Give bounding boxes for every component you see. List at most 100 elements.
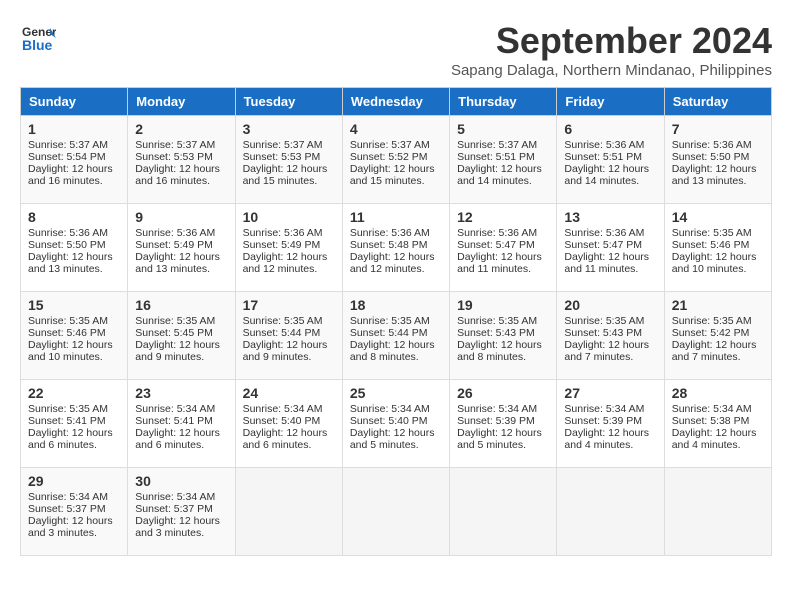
day-info: Daylight: 12 hours: [672, 339, 764, 351]
day-info: Sunrise: 5:34 AM: [564, 403, 656, 415]
calendar-table: SundayMondayTuesdayWednesdayThursdayFrid…: [20, 87, 772, 556]
day-info: Daylight: 12 hours: [135, 427, 227, 439]
day-info: and 8 minutes.: [457, 351, 549, 363]
day-info: Sunset: 5:40 PM: [350, 415, 442, 427]
title-section: September 2024 Sapang Dalaga, Northern M…: [451, 20, 772, 79]
day-info: and 6 minutes.: [28, 439, 120, 451]
day-number: 3: [243, 121, 335, 137]
calendar-cell: 3Sunrise: 5:37 AMSunset: 5:53 PMDaylight…: [235, 116, 342, 204]
weekday-header: Saturday: [664, 88, 771, 116]
day-info: Sunrise: 5:34 AM: [243, 403, 335, 415]
day-info: Daylight: 12 hours: [457, 339, 549, 351]
day-info: and 7 minutes.: [564, 351, 656, 363]
day-info: Sunset: 5:43 PM: [457, 327, 549, 339]
day-info: Sunrise: 5:37 AM: [135, 139, 227, 151]
logo-icon: General Blue: [20, 20, 56, 56]
day-info: and 16 minutes.: [28, 175, 120, 187]
day-number: 28: [672, 385, 764, 401]
calendar-cell: 22Sunrise: 5:35 AMSunset: 5:41 PMDayligh…: [21, 380, 128, 468]
calendar-cell: [450, 468, 557, 556]
day-info: and 8 minutes.: [350, 351, 442, 363]
day-number: 16: [135, 297, 227, 313]
calendar-cell: 16 Sunrise: 5:35 AMSunset: 5:45 PMDayligh…: [128, 292, 235, 380]
calendar-cell: 14Sunrise: 5:35 AMSunset: 5:46 PMDayligh…: [664, 204, 771, 292]
calendar-cell: 19Sunrise: 5:35 AMSunset: 5:43 PMDayligh…: [450, 292, 557, 380]
day-info: Sunrise: 5:34 AM: [457, 403, 549, 415]
day-number: 18: [350, 297, 442, 313]
day-info: Sunset: 5:49 PM: [243, 239, 335, 251]
day-info: Sunrise: 5:37 AM: [243, 139, 335, 151]
day-number: 6: [564, 121, 656, 137]
calendar-cell: 5Sunrise: 5:37 AMSunset: 5:51 PMDaylight…: [450, 116, 557, 204]
day-info: Sunrise: 5:35 AM: [28, 403, 120, 415]
day-info: Sunset: 5:53 PM: [243, 151, 335, 163]
day-info: Daylight: 12 hours: [564, 339, 656, 351]
day-info: Sunrise: 5:35 AM: [672, 315, 764, 327]
day-info: and 13 minutes.: [28, 263, 120, 275]
day-info: Daylight: 12 hours: [350, 339, 442, 351]
day-info: Daylight: 12 hours: [672, 251, 764, 263]
day-number: 29: [28, 473, 120, 489]
day-info: Sunrise: 5:34 AM: [350, 403, 442, 415]
day-info: Sunrise: 5:35 AM: [243, 315, 335, 327]
calendar-cell: 11Sunrise: 5:36 AMSunset: 5:48 PMDayligh…: [342, 204, 449, 292]
day-number: 21: [672, 297, 764, 313]
location-title: Sapang Dalaga, Northern Mindanao, Philip…: [451, 62, 772, 79]
calendar-cell: 27 Sunrise: 5:34 AMSunset: 5:39 PMDayligh…: [557, 380, 664, 468]
calendar-cell: 13Sunrise: 5:36 AMSunset: 5:47 PMDayligh…: [557, 204, 664, 292]
day-number: 9: [135, 209, 227, 225]
day-info: Daylight: 12 hours: [564, 427, 656, 439]
calendar-cell: 23Sunrise: 5:34 AMSunset: 5:41 PMDayligh…: [128, 380, 235, 468]
day-info: Sunrise: 5:35 AM: [135, 315, 227, 327]
logo: General Blue: [20, 20, 56, 56]
day-info: Sunset: 5:52 PM: [350, 151, 442, 163]
calendar-cell: 8Sunrise: 5:36 AMSunset: 5:50 PMDaylight…: [21, 204, 128, 292]
day-info: Sunset: 5:46 PM: [28, 327, 120, 339]
day-info: Daylight: 12 hours: [350, 427, 442, 439]
day-info: Daylight: 12 hours: [564, 163, 656, 175]
day-info: Sunrise: 5:36 AM: [350, 227, 442, 239]
calendar-cell: 17Sunrise: 5:35 AMSunset: 5:44 PMDayligh…: [235, 292, 342, 380]
day-info: Sunrise: 5:37 AM: [457, 139, 549, 151]
day-info: Sunset: 5:45 PM: [135, 327, 227, 339]
day-info: Daylight: 12 hours: [135, 251, 227, 263]
day-number: 7: [672, 121, 764, 137]
svg-text:Blue: Blue: [22, 37, 53, 53]
day-number: 22: [28, 385, 120, 401]
day-info: Sunset: 5:53 PM: [135, 151, 227, 163]
day-number: 23: [135, 385, 227, 401]
day-info: Daylight: 12 hours: [28, 339, 120, 351]
day-number: 5: [457, 121, 549, 137]
day-info: Sunrise: 5:36 AM: [564, 139, 656, 151]
day-info: Daylight: 12 hours: [243, 251, 335, 263]
day-info: Daylight: 12 hours: [135, 339, 227, 351]
day-number: 11: [350, 209, 442, 225]
day-number: 27: [564, 385, 656, 401]
weekday-header: Thursday: [450, 88, 557, 116]
day-info: Sunset: 5:41 PM: [28, 415, 120, 427]
day-info: and 4 minutes.: [564, 439, 656, 451]
day-info: Sunset: 5:39 PM: [564, 415, 656, 427]
day-info: Daylight: 12 hours: [135, 515, 227, 527]
calendar-cell: 1Sunrise: 5:37 AMSunset: 5:54 PMDaylight…: [21, 116, 128, 204]
calendar-cell: [342, 468, 449, 556]
calendar-cell: 12Sunrise: 5:36 AMSunset: 5:47 PMDayligh…: [450, 204, 557, 292]
day-info: Sunset: 5:50 PM: [672, 151, 764, 163]
calendar-cell: [557, 468, 664, 556]
day-info: and 12 minutes.: [243, 263, 335, 275]
day-number: 1: [28, 121, 120, 137]
day-number: 20: [564, 297, 656, 313]
calendar-cell: 15Sunrise: 5:35 AMSunset: 5:46 PMDayligh…: [21, 292, 128, 380]
day-info: and 3 minutes.: [135, 527, 227, 539]
day-info: Sunset: 5:39 PM: [457, 415, 549, 427]
calendar-cell: 25Sunrise: 5:34 AMSunset: 5:40 PMDayligh…: [342, 380, 449, 468]
day-info: Daylight: 12 hours: [28, 163, 120, 175]
day-info: Sunset: 5:37 PM: [28, 503, 120, 515]
day-info: and 11 minutes.: [564, 263, 656, 275]
day-info: Sunrise: 5:34 AM: [28, 491, 120, 503]
day-info: and 15 minutes.: [243, 175, 335, 187]
day-info: and 15 minutes.: [350, 175, 442, 187]
day-info: Sunrise: 5:36 AM: [28, 227, 120, 239]
day-info: Daylight: 12 hours: [672, 163, 764, 175]
calendar-cell: 9Sunrise: 5:36 AMSunset: 5:49 PMDaylight…: [128, 204, 235, 292]
